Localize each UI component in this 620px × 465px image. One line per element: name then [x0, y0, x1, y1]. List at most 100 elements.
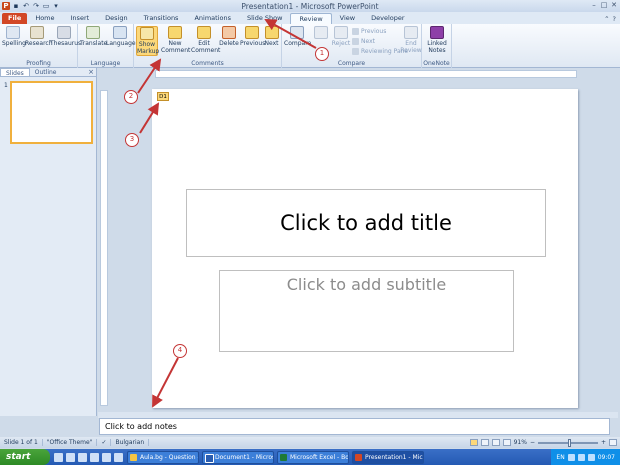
quick-launch-icon[interactable]: [90, 452, 99, 462]
show-markup-button[interactable]: Show Markup: [136, 26, 159, 56]
ribbon: Spelling Research Thesaurus Proofing Tra…: [0, 24, 620, 68]
notes-pane[interactable]: Click to add notes: [99, 418, 610, 435]
theme-name: "Office Theme": [43, 439, 98, 446]
translate-button[interactable]: Translate: [80, 26, 107, 47]
help-icon[interactable]: ?: [613, 15, 616, 23]
tab-transitions[interactable]: Transitions: [136, 13, 187, 24]
minimize-icon[interactable]: –: [590, 1, 598, 9]
compare-previous-icon: [352, 28, 359, 35]
zoom-slider-thumb[interactable]: [567, 438, 571, 447]
slide-thumbnail-number: 1: [4, 82, 8, 89]
edit-comment-label-2: Comment: [191, 47, 221, 54]
end-review-label-2: Review: [400, 47, 422, 54]
tab-slide-show[interactable]: Slide Show: [239, 13, 290, 24]
tab-insert[interactable]: Insert: [63, 13, 98, 24]
edit-comment-icon: [197, 26, 211, 39]
save-icon[interactable]: ▪: [12, 2, 20, 10]
tab-view[interactable]: View: [332, 13, 363, 24]
zoom-level[interactable]: 91%: [514, 439, 527, 446]
pane-tabs: Slides Outline ×: [0, 68, 96, 77]
group-onenote: Linked Notes OneNote: [422, 24, 452, 68]
taskbar-item-word[interactable]: Document1 - Microsof...: [202, 450, 274, 464]
new-comment-button[interactable]: New Comment: [161, 26, 191, 54]
compare-button[interactable]: Compare: [284, 26, 311, 47]
previous-comment-button[interactable]: Previous: [240, 26, 265, 47]
quick-launch-icon[interactable]: [54, 452, 63, 462]
new-comment-label-2: Comment: [161, 47, 191, 54]
quick-launch-icon[interactable]: [66, 452, 75, 462]
spelling-button[interactable]: Spelling: [2, 26, 26, 47]
close-pane-icon[interactable]: ×: [88, 68, 96, 76]
delete-label: Delete: [219, 40, 239, 47]
thesaurus-label: Thesaurus: [50, 40, 82, 47]
slideshow-view-icon[interactable]: [502, 439, 511, 446]
redo-icon[interactable]: ↷: [32, 2, 40, 10]
tab-file[interactable]: File: [2, 13, 28, 24]
system-tray: EN 09:07: [551, 449, 620, 465]
end-review-button[interactable]: End Review: [400, 26, 422, 54]
window-title: Presentation1 - Microsoft PowerPoint: [241, 1, 379, 11]
input-language[interactable]: EN: [556, 454, 564, 461]
slides-pane: Slides Outline × 1: [0, 68, 97, 416]
language-status[interactable]: Bulgarian: [111, 439, 150, 446]
start-button[interactable]: start: [0, 449, 50, 465]
reject-button[interactable]: Reject: [331, 26, 351, 47]
next-comment-button[interactable]: Next: [262, 26, 281, 47]
customize-qat-icon[interactable]: ▾: [52, 2, 60, 10]
tab-design[interactable]: Design: [97, 13, 135, 24]
edit-comment-label-1: Edit: [198, 40, 210, 47]
delete-comment-button[interactable]: Delete: [218, 26, 240, 47]
fit-to-window-icon[interactable]: [609, 439, 617, 446]
taskbar-item-excel[interactable]: Microsoft Excel - Book1: [277, 450, 349, 464]
tray-icon[interactable]: [587, 453, 595, 461]
tab-developer[interactable]: Developer: [363, 13, 412, 24]
zoom-slider[interactable]: [537, 438, 598, 447]
language-button[interactable]: Language: [106, 26, 136, 47]
normal-view-icon[interactable]: [469, 439, 478, 446]
powerpoint-app-icon[interactable]: P: [2, 2, 10, 10]
quick-launch-icon[interactable]: [102, 452, 111, 462]
slideshow-icon[interactable]: ▭: [42, 2, 50, 10]
taskbar-item-browser[interactable]: Aula.bg - Question - ...: [127, 450, 199, 464]
maximize-icon[interactable]: □: [600, 1, 608, 9]
view-controls: 91% − +: [469, 438, 620, 447]
thesaurus-button[interactable]: Thesaurus: [50, 26, 81, 47]
tab-review[interactable]: Review: [290, 13, 332, 24]
spell-check-icon[interactable]: ✓: [97, 439, 112, 446]
reading-view-icon[interactable]: [491, 439, 500, 446]
research-button[interactable]: Research: [25, 26, 53, 47]
research-label: Research: [25, 40, 53, 47]
undo-icon[interactable]: ↶: [22, 2, 30, 10]
minimize-ribbon-icon[interactable]: ⌃: [604, 15, 609, 23]
group-label-comments: Comments: [191, 60, 224, 67]
tray-icon[interactable]: [577, 453, 585, 461]
quick-access-toolbar: P ▪ ↶ ↷ ▭ ▾: [0, 2, 60, 10]
compare-next-icon: [352, 38, 359, 45]
quick-launch-icon[interactable]: [114, 452, 123, 462]
title-placeholder[interactable]: Click to add title: [186, 189, 546, 257]
accept-button[interactable]: [310, 26, 332, 40]
tab-animations[interactable]: Animations: [186, 13, 239, 24]
zoom-out-icon[interactable]: −: [530, 439, 535, 446]
group-label-onenote: OneNote: [423, 60, 450, 67]
tab-home[interactable]: Home: [27, 13, 62, 24]
zoom-in-icon[interactable]: +: [601, 439, 606, 446]
linked-notes-button[interactable]: Linked Notes: [424, 26, 450, 54]
comment-marker[interactable]: D1: [157, 92, 169, 101]
tray-icon[interactable]: [567, 453, 575, 461]
tab-outline[interactable]: Outline: [30, 68, 62, 76]
tab-slides[interactable]: Slides: [0, 68, 30, 77]
close-icon[interactable]: ✕: [610, 1, 618, 9]
taskbar-item-powerpoint[interactable]: Presentation1 - Micro...: [352, 450, 424, 464]
quick-launch-icon[interactable]: [78, 452, 87, 462]
edit-comment-button[interactable]: Edit Comment: [191, 26, 221, 54]
compare-next-button[interactable]: Next: [352, 38, 375, 45]
subtitle-placeholder[interactable]: Click to add subtitle: [219, 270, 514, 352]
compare-previous-button[interactable]: Previous: [352, 28, 386, 35]
linked-notes-label-1: Linked: [427, 40, 447, 47]
slide-sorter-view-icon[interactable]: [480, 439, 489, 446]
compare-previous-label: Previous: [361, 28, 387, 35]
slide-thumbnail[interactable]: [10, 81, 93, 144]
onenote-icon: [430, 26, 444, 39]
window-controls: – □ ✕: [590, 1, 618, 9]
